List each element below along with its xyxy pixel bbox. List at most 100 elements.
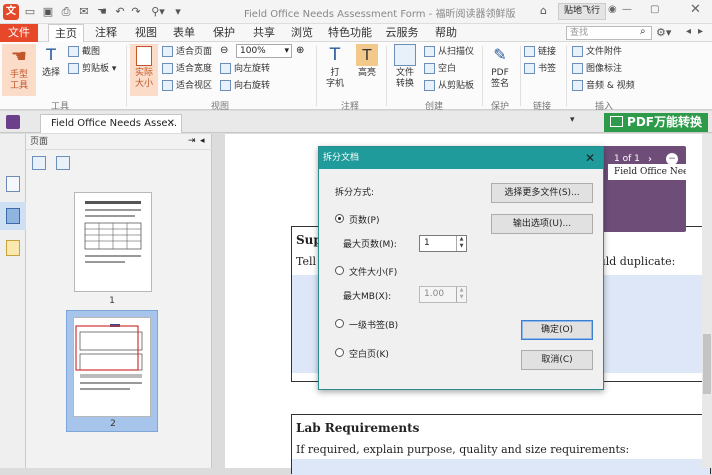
open-icon[interactable]: ▭ <box>22 4 38 20</box>
audio-video-button[interactable]: 音频 & 视频 <box>572 79 635 93</box>
zoom-in-icon[interactable]: ⊕ <box>296 45 304 56</box>
print-icon[interactable]: ⎙ <box>58 4 74 20</box>
max-mb-stepper[interactable]: 1.00 ▲ ▼ <box>419 286 467 303</box>
email-icon[interactable]: ✉ <box>76 4 92 20</box>
fit-page-label: 适合页面 <box>176 47 213 57</box>
radio-pages-label[interactable]: 页数(P) <box>349 213 379 226</box>
customize-dropdown-icon[interactable]: ▾ <box>170 4 186 20</box>
stamp-dropdown-icon[interactable]: ⚲▾ <box>146 4 170 20</box>
clipboard-button[interactable]: 剪贴板 ▾ <box>68 62 116 76</box>
page-thumbnail[interactable] <box>74 192 152 292</box>
fit-page-button[interactable]: 适合页面 <box>162 45 212 59</box>
from-clipboard-button[interactable]: 从剪贴板 <box>424 79 474 93</box>
link-button[interactable]: 链接 <box>524 45 556 59</box>
menu-form[interactable]: 表单 <box>166 24 202 42</box>
bookmarks-panel-icon[interactable] <box>6 176 20 192</box>
form-text-field[interactable] <box>292 459 710 475</box>
rotate-left-button[interactable]: 向左旋转 <box>220 62 270 76</box>
radio-filesize-label[interactable]: 文件大小(F) <box>349 265 397 278</box>
redo-icon[interactable]: ↷ <box>128 4 144 20</box>
section-text-end: ould duplicate: <box>592 255 676 268</box>
menu-cloud[interactable]: 云服务 <box>382 24 422 42</box>
maximize-icon[interactable]: ▢ <box>650 4 659 15</box>
close-tab-icon[interactable]: ✕ <box>167 115 175 133</box>
nav-prev-icon[interactable]: ◂ <box>686 26 691 37</box>
hand-icon[interactable]: ☚ <box>94 4 110 20</box>
actual-size-label: 实际 大小 <box>134 68 153 89</box>
panel-menu-icon[interactable]: ◂ <box>200 136 205 146</box>
fit-visible-button[interactable]: 适合视区 <box>162 79 212 93</box>
menu-view[interactable]: 视图 <box>128 24 164 42</box>
typewriter-button[interactable]: T 打 字机 <box>322 44 348 90</box>
menu-file[interactable]: 文件 <box>0 24 38 42</box>
image-annotation-button[interactable]: 图像标注 <box>572 62 622 76</box>
pages-panel-active[interactable] <box>0 202 26 230</box>
scrollbar-thumb[interactable] <box>703 334 711 394</box>
close-icon[interactable]: ✕ <box>585 147 595 169</box>
home-icon[interactable]: ⌂ <box>540 4 547 17</box>
radio-blank-page[interactable] <box>335 348 344 357</box>
pdf-convert-promo-button[interactable]: PDF万能转换 <box>604 113 708 132</box>
tab-list-dropdown-icon[interactable]: ▾ <box>570 115 575 125</box>
screenshot-button[interactable]: 截图 <box>68 45 100 59</box>
output-options-button[interactable]: 输出选项(U)... <box>491 214 593 234</box>
ok-button[interactable]: 确定(O) <box>521 320 593 340</box>
max-pages-stepper[interactable]: 1 ▲ ▼ <box>419 235 467 252</box>
menu-share[interactable]: 共享 <box>246 24 282 42</box>
page-number: 2 <box>110 419 116 429</box>
ribbon: ☚ 手型 工具 T 选择 截图 剪贴板 ▾ 工具 实际 大小 适合页面 适合宽度… <box>0 42 712 112</box>
page-thumbnail[interactable] <box>73 317 151 417</box>
menu-browse[interactable]: 浏览 <box>284 24 320 42</box>
hand-tool-button[interactable]: ☚ 手型 工具 <box>2 44 36 96</box>
document-tab[interactable]: Field Office Needs Asse... ✕ <box>40 114 182 133</box>
zoom-select[interactable]: 100% ▾ <box>236 44 292 58</box>
convert-button[interactable]: 文件 转换 <box>390 44 420 90</box>
fit-width-button[interactable]: 适合宽度 <box>162 62 212 76</box>
vertical-scrollbar[interactable] <box>702 134 712 468</box>
undo-icon[interactable]: ↶ <box>112 4 128 20</box>
menu-protect[interactable]: 保护 <box>206 24 242 42</box>
menu-help[interactable]: 帮助 <box>428 24 464 42</box>
cancel-button[interactable]: 取消(C) <box>521 350 593 370</box>
zoom-out-thumbs-icon[interactable] <box>32 156 46 170</box>
app-menu-icon[interactable] <box>6 115 20 129</box>
zoom-in-thumbs-icon[interactable] <box>56 156 70 170</box>
select-button[interactable]: T 选择 <box>38 44 64 79</box>
radio-blank-page-label[interactable]: 空白页(K) <box>349 347 389 360</box>
highlight-button[interactable]: T 高亮 <box>354 44 380 79</box>
minimize-icon[interactable]: — <box>622 4 632 15</box>
highlight-label: 高亮 <box>357 68 376 78</box>
selected-page-highlight[interactable]: 2 <box>66 310 158 432</box>
menu-home[interactable]: 主页 <box>48 24 84 43</box>
radio-pages[interactable] <box>335 214 344 223</box>
rotate-right-button[interactable]: 向右旋转 <box>220 79 270 93</box>
search-icon[interactable]: ⌕ <box>640 26 646 37</box>
pdf-sign-button[interactable]: ✎ PDF 签名 <box>486 44 514 90</box>
select-more-files-button[interactable]: 选择更多文件(S)... <box>491 183 593 203</box>
attachment-button[interactable]: 文件附件 <box>572 45 622 59</box>
flight-mode-button[interactable]: 贴地飞行 <box>558 3 607 20</box>
radio-bookmark[interactable] <box>335 319 344 328</box>
page-icon <box>136 46 152 66</box>
stepper-arrows-icon[interactable]: ▲ ▼ <box>456 236 466 251</box>
document-tab-strip: Field Office Needs Asse... ✕ ▾ PDF万能转换 <box>0 111 712 133</box>
radio-bookmark-label[interactable]: 一级书签(B) <box>349 318 398 331</box>
close-icon[interactable]: ✕ <box>690 2 701 17</box>
bookmark-button[interactable]: 书签 <box>524 62 556 76</box>
from-scanner-button[interactable]: 从扫描仪 <box>424 45 474 59</box>
fit-page-icon <box>162 46 173 57</box>
save-icon[interactable]: ▣ <box>40 4 56 20</box>
menu-comment[interactable]: 注释 <box>88 24 124 42</box>
blank-button[interactable]: 空白 <box>424 62 456 76</box>
app-logo-icon[interactable]: 文 <box>3 4 19 20</box>
nav-next-icon[interactable]: ▸ <box>698 26 703 37</box>
stepper-arrows-icon[interactable]: ▲ ▼ <box>456 287 466 302</box>
zoom-out-icon[interactable]: ⊖ <box>220 45 228 56</box>
radio-filesize[interactable] <box>335 266 344 275</box>
panel-collapse-icon[interactable]: ⇥ <box>188 136 196 146</box>
skin-icon[interactable]: ◉ <box>608 4 617 15</box>
menu-features[interactable]: 特色功能 <box>324 24 376 42</box>
gear-icon[interactable]: ⚙▾ <box>656 26 671 39</box>
comments-panel-icon[interactable] <box>6 240 20 256</box>
actual-size-button[interactable]: 实际 大小 <box>130 44 158 96</box>
